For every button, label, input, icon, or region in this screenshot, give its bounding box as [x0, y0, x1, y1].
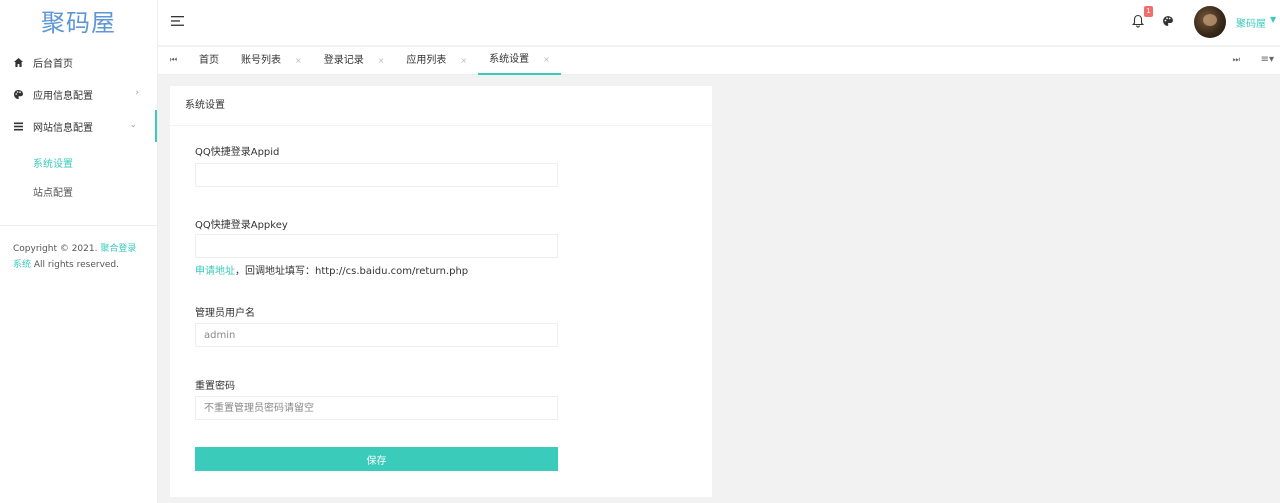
tab-app-list[interactable]: 应用列表 × [395, 47, 478, 75]
tab-bar: ⏮ 首页 账号列表 × 登录记录 × 应用列表 × 系统设置 × ⏭ ≡▾ [158, 47, 1280, 75]
sidebar-subitem-site-config[interactable]: 站点配置 [0, 179, 157, 208]
sidebar: 聚码屋 后台首页 应用信息配置 › 网站信息配置 ⌄ 系统设置 站点配置 Cop… [0, 0, 158, 503]
sidebar-subitem-system-settings[interactable]: 系统设置 [0, 150, 157, 179]
tab-close-icon[interactable]: × [543, 46, 550, 74]
sidebar-item-label: 应用信息配置 [33, 90, 93, 102]
chevron-down-icon: ⌄ [129, 120, 137, 130]
tab-close-icon[interactable]: × [460, 47, 467, 75]
notification-badge: 1 [1144, 6, 1153, 17]
save-button[interactable]: 保存 [195, 447, 558, 471]
menu-toggle-icon[interactable] [171, 14, 185, 28]
bell-icon[interactable] [1131, 14, 1145, 28]
copyright: Copyright © 2021. 聚合登录系统 All rights rese… [13, 244, 137, 270]
tab-home[interactable]: 首页 [188, 47, 230, 75]
sidebar-item-label: 网站信息配置 [33, 122, 93, 134]
username[interactable]: 聚码屋 [1236, 15, 1266, 30]
admin-username-input[interactable] [195, 323, 558, 347]
tab-menu-icon[interactable]: ≡▾ [1261, 54, 1274, 65]
sidebar-item-home[interactable]: 后台首页 [0, 46, 157, 78]
sidebar-item-site-config[interactable]: 网站信息配置 ⌄ [0, 110, 157, 142]
list-icon [13, 121, 24, 132]
appid-input[interactable] [195, 163, 558, 187]
tab-scroll-left-icon[interactable]: ⏮ [170, 55, 177, 65]
tab-list: 首页 账号列表 × 登录记录 × 应用列表 × 系统设置 × [188, 47, 561, 75]
reset-password-input[interactable] [195, 396, 558, 420]
tab-close-icon[interactable]: × [378, 47, 385, 75]
tab-scroll-right-icon[interactable]: ⏭ [1233, 55, 1240, 65]
appkey-label: QQ快捷登录Appkey [195, 220, 288, 231]
admin-username-label: 管理员用户名 [195, 308, 255, 319]
palette-icon [13, 89, 24, 100]
appid-label: QQ快捷登录Appid [195, 147, 280, 158]
chevron-right-icon: › [135, 88, 139, 98]
tab-account-list[interactable]: 账号列表 × [230, 47, 313, 75]
theme-palette-icon[interactable] [1162, 15, 1174, 27]
caret-down-icon[interactable]: ▼ [1270, 15, 1276, 24]
callback-help: 申请地址，回调地址填写：http://cs.baidu.com/return.p… [195, 266, 469, 277]
home-icon [13, 57, 24, 68]
tab-login-records[interactable]: 登录记录 × [313, 47, 396, 75]
reset-password-label: 重置密码 [195, 381, 235, 392]
sidebar-item-app-config[interactable]: 应用信息配置 › [0, 78, 157, 110]
settings-card: 系统设置 QQ快捷登录Appid QQ快捷登录Appkey 申请地址，回调地址填… [170, 86, 712, 497]
appkey-input[interactable] [195, 234, 558, 258]
avatar[interactable] [1194, 6, 1226, 38]
apply-link[interactable]: 申请地址 [195, 266, 235, 277]
top-header: 1 聚码屋 ▼ [158, 0, 1280, 46]
card-title: 系统设置 [170, 86, 712, 126]
tab-close-icon[interactable]: × [295, 47, 302, 75]
tab-system-settings[interactable]: 系统设置 × [478, 47, 561, 75]
sidebar-item-label: 后台首页 [33, 58, 73, 70]
logo[interactable]: 聚码屋 [0, 0, 157, 46]
